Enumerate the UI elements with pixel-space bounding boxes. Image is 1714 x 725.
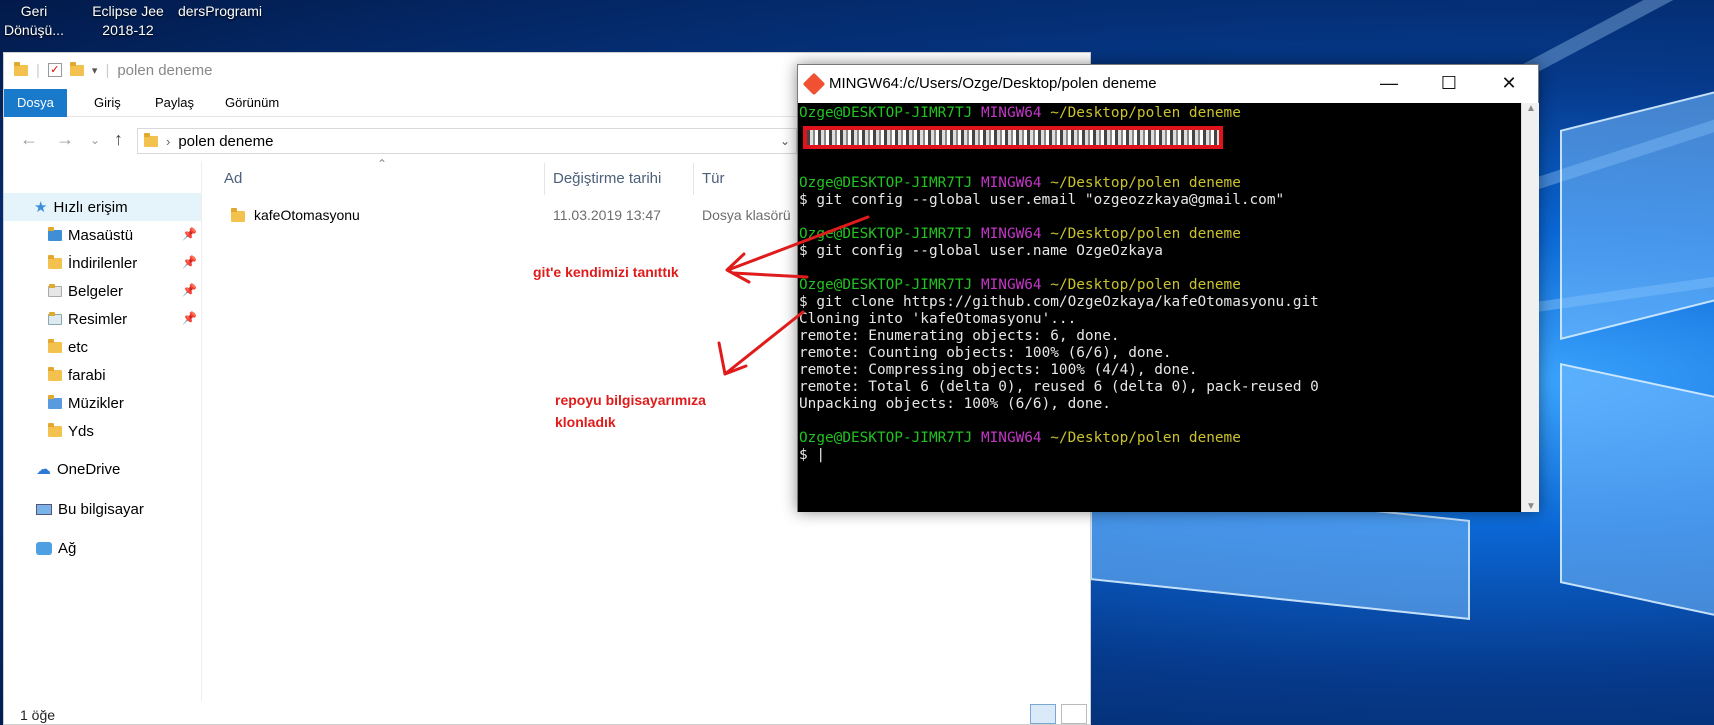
annotation-text: repoyu bilgisayarımıza [555, 392, 706, 408]
arrow-line [723, 310, 805, 376]
arrow-line [726, 215, 870, 272]
annotation-text: git'e kendimizi tanıttık [533, 264, 679, 280]
annotation-text: klonladık [555, 414, 616, 430]
annotation-arrows [717, 215, 870, 376]
arrow-head [725, 252, 751, 284]
arrow-line [731, 271, 809, 279]
